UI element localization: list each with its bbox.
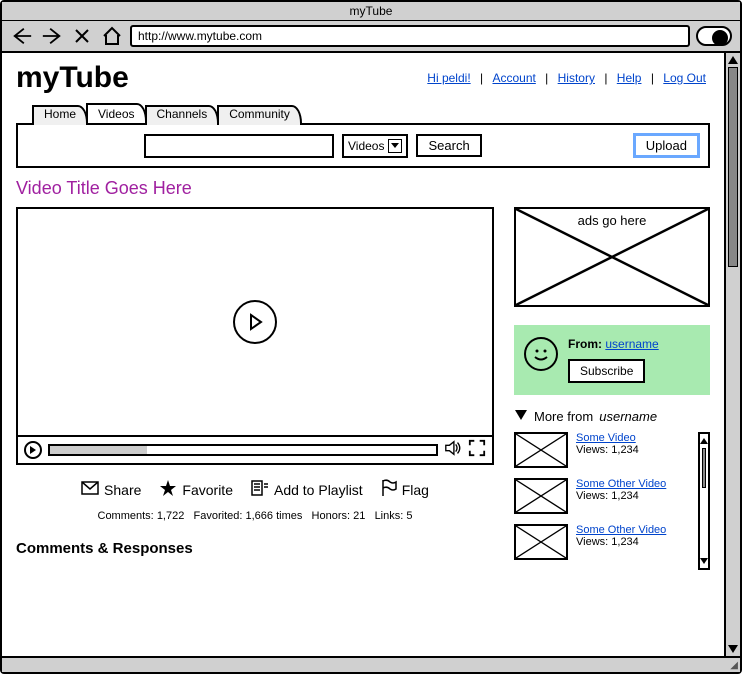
window-title: myTube (350, 4, 393, 18)
search-input[interactable] (144, 134, 334, 158)
main-tabs: Home Videos Channels Community (32, 103, 710, 123)
nav-greeting[interactable]: Hi peldi! (427, 71, 470, 85)
envelope-icon (81, 481, 99, 498)
scroll-down-icon[interactable] (700, 554, 708, 568)
forward-button[interactable] (40, 26, 64, 46)
home-button[interactable] (100, 26, 124, 46)
select-value: Videos (348, 139, 384, 153)
scrollbar-thumb[interactable] (702, 448, 706, 488)
upload-button[interactable]: Upload (633, 133, 700, 158)
related-videos: Some Video Views: 1,234 Some (514, 432, 710, 570)
stop-button[interactable] (70, 26, 94, 46)
top-nav: Hi peldi! | Account | History | Help | L… (423, 71, 710, 85)
site-logo[interactable]: myTube (16, 61, 129, 95)
page-scrollbar[interactable] (724, 53, 740, 656)
nav-help[interactable]: Help (617, 71, 642, 85)
scrollbar-thumb[interactable] (728, 67, 738, 267)
tab-home[interactable]: Home (32, 105, 88, 125)
chevron-down-icon (388, 139, 402, 153)
status-bar: ◢ (2, 656, 740, 672)
play-icon[interactable] (233, 300, 277, 344)
video-actions: Share Favorite Add to Play (16, 479, 494, 500)
triangle-down-icon (514, 409, 528, 424)
browser-toolbar (2, 21, 740, 53)
fullscreen-icon[interactable] (468, 439, 486, 462)
star-icon (159, 479, 177, 500)
related-item[interactable]: Some Other Video Views: 1,234 (514, 524, 692, 560)
video-player[interactable] (16, 207, 494, 465)
comments-heading: Comments & Responses (16, 540, 494, 557)
browser-window: myTube myTube Hi peldi! | Account | (0, 0, 742, 674)
related-scrollbar[interactable] (698, 432, 710, 570)
video-thumbnail[interactable] (514, 524, 568, 560)
search-category-select[interactable]: Videos (342, 134, 408, 158)
video-title: Video Title Goes Here (16, 178, 710, 199)
related-title[interactable]: Some Other Video (576, 524, 666, 536)
related-item[interactable]: Some Video Views: 1,234 (514, 432, 692, 468)
from-label: From: (568, 337, 602, 351)
video-thumbnail[interactable] (514, 478, 568, 514)
nav-history[interactable]: History (558, 71, 595, 85)
list-icon (251, 480, 269, 499)
avatar-icon (524, 337, 558, 371)
ad-placeholder: ads go here (514, 207, 710, 307)
tab-channels[interactable]: Channels (145, 105, 220, 125)
more-from-header[interactable]: More from username (514, 409, 710, 424)
video-stats: Comments: 1,722 Favorited: 1,666 times H… (16, 510, 494, 522)
video-canvas[interactable] (18, 209, 492, 435)
nav-logout[interactable]: Log Out (663, 71, 706, 85)
tab-community[interactable]: Community (217, 105, 302, 125)
player-controls (18, 435, 492, 463)
favorite-button[interactable]: Favorite (159, 479, 233, 500)
search-bar: Videos Search Upload (16, 123, 710, 168)
scroll-down-icon[interactable] (726, 642, 740, 656)
search-toggle-icon[interactable] (696, 26, 732, 46)
progress-bar[interactable] (48, 444, 438, 456)
scroll-up-icon[interactable] (700, 434, 708, 448)
related-title[interactable]: Some Video (576, 432, 639, 444)
video-thumbnail[interactable] (514, 432, 568, 468)
flag-button[interactable]: Flag (381, 479, 429, 500)
scroll-up-icon[interactable] (726, 53, 740, 67)
uploader-link[interactable]: username (605, 337, 658, 351)
resize-grip-icon[interactable]: ◢ (730, 660, 738, 671)
search-button[interactable]: Search (416, 134, 481, 157)
tab-videos[interactable]: Videos (86, 103, 146, 123)
share-button[interactable]: Share (81, 479, 141, 500)
flag-icon (381, 479, 397, 500)
related-item[interactable]: Some Other Video Views: 1,234 (514, 478, 692, 514)
window-titlebar: myTube (2, 2, 740, 21)
uploader-box: From: username Subscribe (514, 325, 710, 395)
back-button[interactable] (10, 26, 34, 46)
subscribe-button[interactable]: Subscribe (568, 359, 645, 383)
url-bar[interactable] (130, 25, 690, 47)
volume-icon[interactable] (444, 439, 462, 462)
related-title[interactable]: Some Other Video (576, 478, 666, 490)
add-playlist-button[interactable]: Add to Playlist (251, 479, 363, 500)
play-button[interactable] (24, 441, 42, 459)
page-body: myTube Hi peldi! | Account | History | H… (2, 53, 740, 656)
nav-account[interactable]: Account (492, 71, 535, 85)
